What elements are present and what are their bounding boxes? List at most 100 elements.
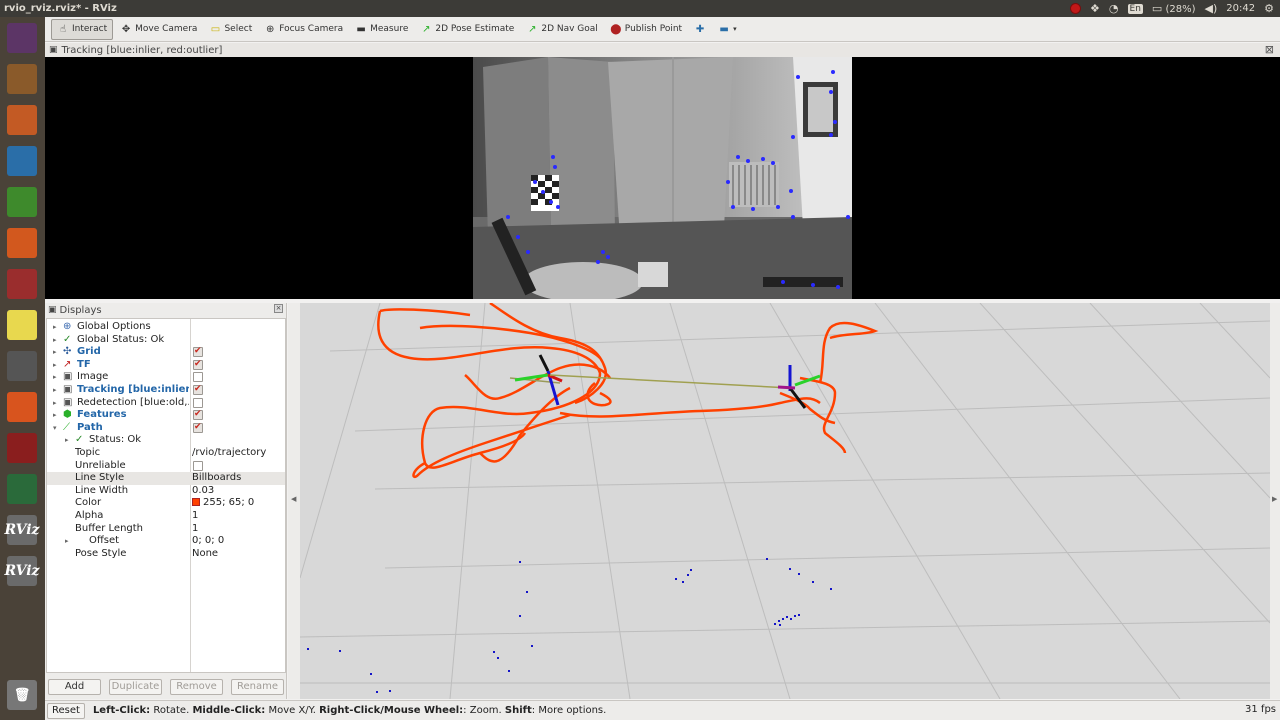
display-row-buffer-length[interactable]: Buffer Length 1	[47, 523, 285, 536]
display-row-line-width[interactable]: Line Width 0.03	[47, 485, 285, 498]
text-editor-icon[interactable]	[4, 348, 40, 384]
display-row-global-status-ok[interactable]: ▸ ✓ Global Status: Ok	[47, 334, 285, 347]
right-panel-handle[interactable]: ▶	[1270, 303, 1280, 699]
display-row-features[interactable]: ▸ ⬢ Features	[47, 408, 285, 422]
nav-goal-tool[interactable]: ↗ 2D Nav Goal	[521, 19, 602, 40]
render-3d-view[interactable]	[300, 303, 1270, 699]
help-desc: Rotate.	[150, 705, 193, 716]
display-row-global-options[interactable]: ▸ ⊕ Global Options	[47, 321, 285, 334]
property-value[interactable]: 0; 0; 0	[192, 535, 284, 548]
collapsed-arrow-icon[interactable]: ▸	[53, 384, 57, 397]
display-row-status-ok[interactable]: ▸ ✓ Status: Ok	[47, 434, 285, 447]
files-icon[interactable]	[4, 61, 40, 97]
calc-icon[interactable]	[4, 184, 40, 220]
enable-checkbox[interactable]	[193, 421, 203, 433]
display-row-tracking-blue-inlier[interactable]: ▸ ▣ Tracking [blue:inlier, ...	[47, 383, 285, 397]
settings-icon[interactable]	[4, 266, 40, 302]
volume-icon[interactable]: ◀)	[1205, 2, 1218, 15]
collapsed-arrow-icon[interactable]: ▸	[65, 535, 69, 548]
expanded-arrow-icon[interactable]: ▾	[53, 422, 57, 435]
focus-camera-tool[interactable]: ⊕ Focus Camera	[259, 19, 348, 40]
enable-checkbox[interactable]	[193, 372, 203, 383]
display-row-pose-style[interactable]: Pose Style None	[47, 548, 285, 561]
software-center-icon[interactable]	[4, 225, 40, 261]
collapsed-arrow-icon[interactable]: ▸	[53, 346, 57, 359]
display-row-alpha[interactable]: Alpha 1	[47, 510, 285, 523]
collapsed-arrow-icon[interactable]: ▸	[53, 397, 57, 410]
enable-checkbox[interactable]	[193, 460, 203, 471]
reset-button[interactable]: Reset	[47, 702, 85, 719]
property-value[interactable]: 0.03	[192, 485, 284, 498]
add-tool-button[interactable]: ✚	[689, 19, 711, 40]
display-row-line-style[interactable]: Line Style Billboards	[47, 472, 285, 485]
displays-buttons: Add Duplicate Remove Rename	[45, 679, 287, 699]
firefox-icon[interactable]	[4, 389, 40, 425]
dash-icon[interactable]	[4, 20, 40, 56]
clock[interactable]: 20:42	[1226, 3, 1255, 14]
pose-estimate-tool[interactable]: ↗ 2D Pose Estimate	[415, 19, 519, 40]
color-swatch[interactable]	[192, 498, 200, 507]
move-camera-tool[interactable]: ✥ Move Camera	[115, 19, 202, 40]
enable-checkbox[interactable]	[193, 408, 203, 421]
display-row-image[interactable]: ▸ ▣ Image	[47, 371, 285, 384]
rviz-icon-1[interactable]: RViz	[4, 512, 40, 548]
tracking-image-view[interactable]	[45, 57, 1280, 299]
gear-icon[interactable]: ⚙	[1264, 2, 1274, 15]
rename-button[interactable]: Rename	[231, 679, 284, 695]
property-value[interactable]: 1	[192, 523, 284, 536]
collapsed-arrow-icon[interactable]: ▸	[65, 434, 69, 447]
remove-tool-menu[interactable]: ▬ ▾	[713, 19, 742, 40]
property-value[interactable]: /rvio/trajectory	[192, 447, 284, 460]
notes-icon[interactable]	[4, 307, 40, 343]
terminal-red-icon[interactable]	[4, 430, 40, 466]
keyboard-layout[interactable]: En	[1127, 3, 1143, 14]
enable-checkbox[interactable]	[193, 358, 203, 370]
property-value[interactable]: 255; 65; 0	[192, 497, 284, 510]
displays-tree[interactable]: ▸ ⊕ Global Options ▸ ✓ Global Status: Ok ▸ ✣ Gri…	[46, 318, 286, 673]
close-icon[interactable]: ×	[274, 304, 283, 313]
collapsed-arrow-icon[interactable]: ▸	[53, 321, 57, 334]
image-viewer-icon[interactable]	[4, 143, 40, 179]
display-row-offset[interactable]: ▸ Offset 0; 0; 0	[47, 535, 285, 548]
collapsed-arrow-icon[interactable]: ▸	[53, 334, 57, 347]
display-row-grid[interactable]: ▸ ✣ Grid	[47, 345, 285, 359]
select-tool[interactable]: ▭ Select	[204, 19, 257, 40]
enable-checkbox[interactable]	[193, 397, 203, 408]
grid-icon: ✣	[63, 346, 72, 358]
rviz-icon-2-graphic: RViz	[4, 556, 40, 586]
globe-icon[interactable]	[4, 471, 40, 507]
property-value-text: Billboards	[192, 472, 242, 484]
collapsed-arrow-icon[interactable]: ▸	[53, 371, 57, 384]
battery-indicator[interactable]: ▭ (28%)	[1152, 2, 1196, 15]
impress-icon[interactable]	[4, 102, 40, 138]
close-icon[interactable]: ⊠	[1265, 43, 1274, 56]
measure-tool[interactable]: ▬ Measure	[350, 19, 413, 40]
display-row-unreliable[interactable]: Unreliable	[47, 460, 285, 473]
enable-checkbox[interactable]	[193, 383, 203, 396]
collapse-left-icon[interactable]: ◀	[291, 495, 296, 503]
display-row-tf[interactable]: ▸ ↗ TF	[47, 358, 285, 372]
display-row-path[interactable]: ▾ ⟋ Path	[47, 421, 285, 435]
collapsed-arrow-icon[interactable]: ▸	[53, 409, 57, 422]
display-row-topic[interactable]: Topic/rvio/trajectory	[47, 447, 285, 460]
dropbox-icon[interactable]: ❖	[1090, 2, 1100, 15]
panel-splitter[interactable]: ◀	[288, 303, 300, 699]
collapse-right-icon[interactable]: ▶	[1272, 495, 1277, 503]
property-value[interactable]: None	[192, 548, 284, 561]
interact-tool[interactable]: ☝ Interact	[51, 18, 114, 40]
rviz-icon-2[interactable]: RViz	[4, 553, 40, 589]
add-button[interactable]: Add	[48, 679, 101, 695]
display-row-color[interactable]: Color 255; 65; 0	[47, 497, 285, 510]
record-indicator-icon[interactable]	[1070, 3, 1082, 14]
network-icon[interactable]: ◔	[1109, 2, 1119, 15]
enable-checkbox[interactable]	[193, 345, 203, 358]
duplicate-button[interactable]: Duplicate	[109, 679, 162, 695]
property-value[interactable]: Billboards	[192, 472, 284, 485]
trash-icon[interactable]: 🗑	[4, 677, 40, 713]
collapsed-arrow-icon[interactable]: ▸	[53, 359, 57, 372]
property-value[interactable]: 1	[192, 510, 284, 523]
remove-button[interactable]: Remove	[170, 679, 223, 695]
publish-point-tool[interactable]: ⬤ Publish Point	[605, 19, 687, 40]
display-row-redetection-blue-old[interactable]: ▸ ▣ Redetection [blue:old,...	[47, 397, 285, 410]
displays-titlebar: ▣ Displays ×	[45, 303, 286, 317]
